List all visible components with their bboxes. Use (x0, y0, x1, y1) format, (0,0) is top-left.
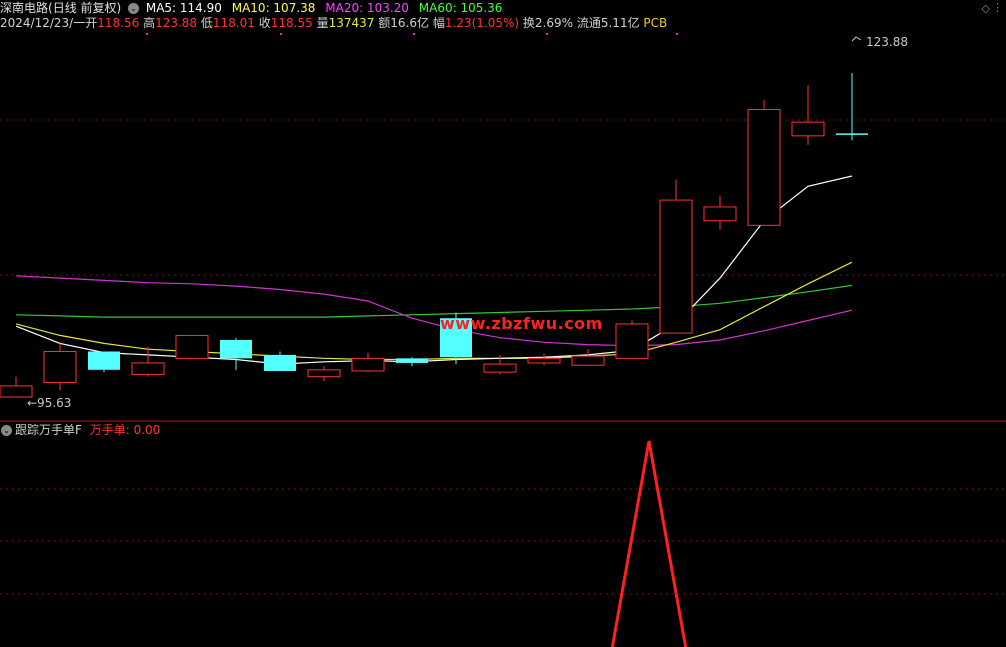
period-marker (280, 33, 282, 35)
max-price-label: 123.88 (866, 35, 908, 49)
indicator-spike (610, 440, 688, 647)
candle-body (307, 369, 341, 378)
indicator-chart (610, 440, 688, 647)
candle-body (791, 121, 825, 137)
candle-body (615, 323, 649, 359)
candle-body (527, 357, 561, 364)
candle-body (220, 339, 252, 359)
candle-body (43, 350, 77, 383)
period-marker (413, 33, 415, 35)
candle-body (88, 351, 120, 370)
candle-body (747, 108, 781, 226)
min-price-label: ←95.63 (27, 396, 71, 410)
candle-body (483, 363, 517, 373)
candle-body (131, 362, 165, 375)
candle-body (703, 206, 737, 222)
period-marker (676, 33, 678, 35)
ma60-line (15, 284, 853, 318)
candle-body (351, 357, 385, 372)
candle-body (659, 199, 693, 334)
ma20-line (15, 275, 853, 347)
candle-body (175, 334, 209, 359)
candle-body (396, 358, 428, 363)
period-marker (546, 33, 548, 35)
ma5-line (15, 175, 853, 365)
moving-average-lines (15, 175, 853, 365)
candlesticks (0, 73, 868, 398)
candle-body (264, 354, 296, 371)
candle-body (571, 355, 605, 366)
arrow-icon (851, 36, 862, 42)
ma10-line (15, 261, 853, 361)
watermark: www.zbzfwu.com (440, 314, 603, 333)
period-marker (146, 33, 148, 35)
